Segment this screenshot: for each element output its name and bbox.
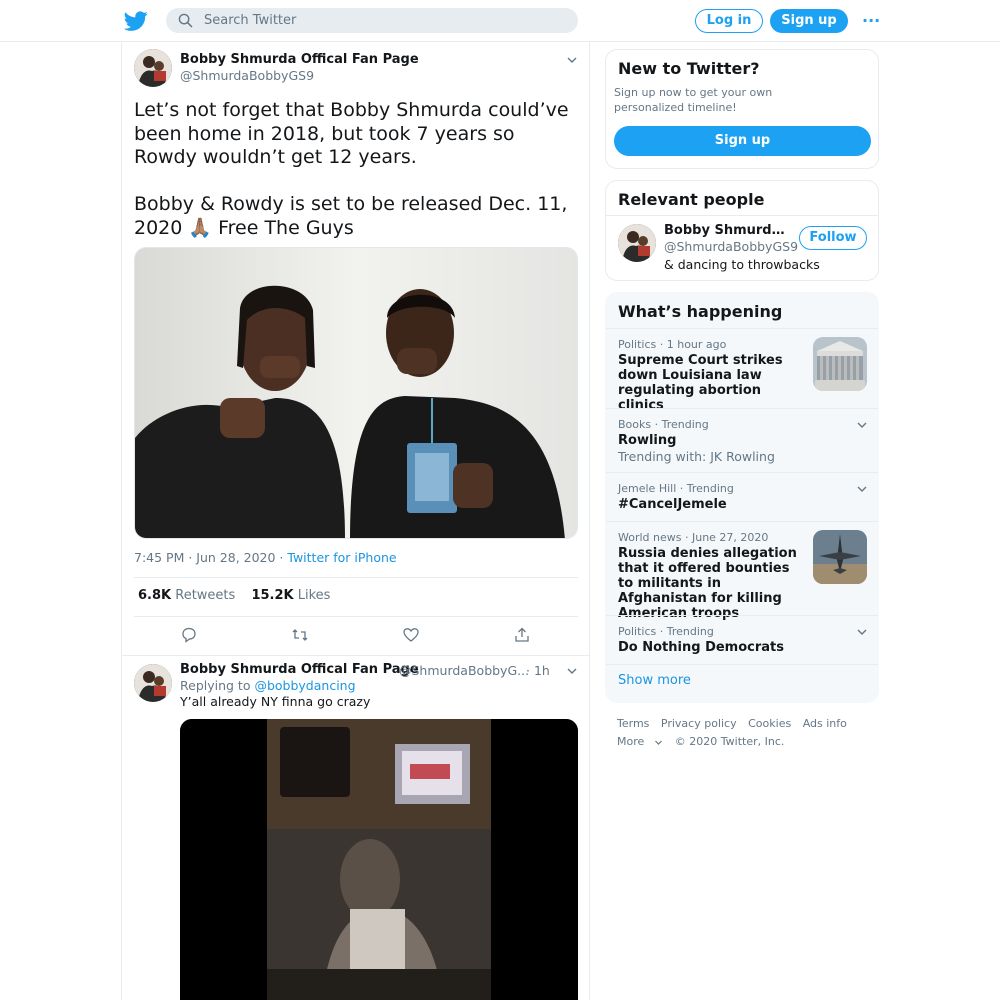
tweet-time[interactable]: 7:45 PM · Jun 28, 2020 · xyxy=(134,550,287,565)
footer-link-cookies[interactable]: Cookies xyxy=(748,717,791,730)
trend-title: Russia denies allegation that it offered… xyxy=(618,546,797,621)
new-to-twitter-card: New to Twitter? Sign up now to get your … xyxy=(605,49,879,169)
tweet-stats: 6.8K Retweets 15.2K Likes xyxy=(138,588,330,603)
new-to-twitter-description: Sign up now to get your own personalized… xyxy=(614,86,773,114)
login-button[interactable]: Log in xyxy=(695,9,763,33)
relevant-person-name[interactable]: Bobby Shmurda ... xyxy=(664,223,789,238)
top-bar: Log in Sign up ··· xyxy=(0,0,1000,42)
trend-item[interactable]: Books · Trending Rowling Trending with: … xyxy=(606,408,878,472)
footer-link-terms[interactable]: Terms xyxy=(617,717,649,730)
reply-video[interactable] xyxy=(180,719,578,1000)
avatar[interactable] xyxy=(618,224,656,262)
footer-bottom: More © 2020 Twitter, Inc. xyxy=(617,735,792,748)
likes-stat[interactable]: 15.2K Likes xyxy=(251,588,330,603)
relevant-person-handle[interactable]: @ShmurdaBobbyGS9 xyxy=(664,239,798,254)
likes-count: 15.2K xyxy=(251,588,294,603)
chevron-down-icon[interactable] xyxy=(566,665,578,677)
like-icon[interactable] xyxy=(402,626,420,644)
retweets-stat[interactable]: 6.8K Retweets xyxy=(138,588,235,603)
more-options-icon[interactable]: ··· xyxy=(862,12,880,30)
twitter-logo-icon[interactable] xyxy=(124,9,148,33)
retweets-count: 6.8K xyxy=(138,588,172,603)
divider xyxy=(134,616,578,617)
avatar[interactable] xyxy=(134,664,172,702)
trend-thumbnail xyxy=(813,337,867,391)
reply-text: Y’all already NY finna go crazy xyxy=(180,694,371,709)
search-box[interactable] xyxy=(166,8,578,33)
tweet-separator xyxy=(122,655,589,656)
signup-button[interactable]: Sign up xyxy=(770,9,848,33)
chevron-down-icon xyxy=(655,740,663,745)
chevron-down-icon[interactable] xyxy=(856,483,868,495)
divider xyxy=(134,577,578,578)
footer-link-privacy[interactable]: Privacy policy xyxy=(661,717,737,730)
tweet-source-link[interactable]: Twitter for iPhone xyxy=(287,550,396,565)
trend-title: Do Nothing Democrats xyxy=(618,640,784,655)
reply-author-handle[interactable]: @ShmurdaBobbyG... xyxy=(399,663,529,678)
new-to-twitter-title: New to Twitter? xyxy=(618,59,760,78)
tweet-author-handle[interactable]: @ShmurdaBobbyGS9 xyxy=(180,68,314,83)
retweet-icon[interactable] xyxy=(291,626,309,644)
tweet-author-name[interactable]: Bobby Shmurda Offical Fan Page xyxy=(180,52,419,67)
tweet-timestamp: 7:45 PM · Jun 28, 2020 · Twitter for iPh… xyxy=(134,550,397,565)
supreme-court-image xyxy=(813,337,867,391)
chevron-down-icon[interactable] xyxy=(856,419,868,431)
replying-to: Replying to @bobbydancing xyxy=(180,678,356,693)
trend-meta: Jemele Hill · Trending xyxy=(618,482,734,495)
reply-time[interactable]: · 1h xyxy=(526,663,550,678)
avatar-image xyxy=(134,49,172,87)
trend-title: Rowling xyxy=(618,433,677,448)
replying-to-link[interactable]: @bobbydancing xyxy=(254,678,355,693)
main-column: Bobby Shmurda Offical Fan Page @ShmurdaB… xyxy=(121,42,590,1000)
trend-item[interactable]: Politics · 1 hour ago Supreme Court stri… xyxy=(606,328,878,413)
trend-item[interactable]: World news · June 27, 2020 Russia denies… xyxy=(606,521,878,621)
signup-button[interactable]: Sign up xyxy=(614,126,871,156)
footer-copyright: © 2020 Twitter, Inc. xyxy=(674,735,785,748)
trend-meta: Politics · 1 hour ago xyxy=(618,338,727,351)
show-more-link[interactable]: Show more xyxy=(618,673,691,688)
trend-title: Supreme Court strikes down Louisiana law… xyxy=(618,353,783,413)
trend-meta: Politics · Trending xyxy=(618,625,714,638)
video-frame xyxy=(180,719,578,1000)
search-icon xyxy=(178,13,193,28)
avatar-image xyxy=(618,224,656,262)
likes-label: Likes xyxy=(297,588,331,603)
retweets-label: Retweets xyxy=(175,588,236,603)
footer-more-menu[interactable]: More xyxy=(617,735,663,748)
relevant-person-bio: & dancing to throwbacks xyxy=(664,257,820,272)
aircraft-image xyxy=(813,530,867,584)
tweet-photo[interactable] xyxy=(134,247,578,539)
trend-title: #CancelJemele xyxy=(618,497,727,512)
divider xyxy=(606,215,878,216)
replying-prefix: Replying to xyxy=(180,678,255,693)
trend-meta: Books · Trending xyxy=(618,418,709,431)
share-icon[interactable] xyxy=(513,626,531,644)
follow-button[interactable]: Follow xyxy=(799,226,867,250)
footer-links: Terms Privacy policy Cookies Ads info xyxy=(617,717,855,730)
photo-image xyxy=(135,248,577,538)
whats-happening-card: What’s happening Politics · 1 hour ago S… xyxy=(605,292,879,703)
avatar-image xyxy=(134,664,172,702)
whats-happening-title: What’s happening xyxy=(618,302,783,321)
avatar[interactable] xyxy=(134,49,172,87)
tweet-text: Let’s not forget that Bobby Shmurda coul… xyxy=(134,99,569,239)
trend-item[interactable]: Jemele Hill · Trending #CancelJemele xyxy=(606,472,878,521)
trend-thumbnail xyxy=(813,530,867,584)
divider xyxy=(606,664,878,665)
trend-meta: World news · June 27, 2020 xyxy=(618,531,769,544)
reply-icon[interactable] xyxy=(180,626,198,644)
reply-author-name[interactable]: Bobby Shmurda Offical Fan Page xyxy=(180,662,419,677)
relevant-people-card: Relevant people Bobby Shmurda ... @Shmur… xyxy=(605,180,879,281)
relevant-people-title: Relevant people xyxy=(618,190,765,209)
footer-more-label: More xyxy=(617,735,645,748)
trend-subtitle: Trending with: JK Rowling xyxy=(618,449,775,464)
chevron-down-icon[interactable] xyxy=(856,626,868,638)
trend-item[interactable]: Politics · Trending Do Nothing Democrats xyxy=(606,615,878,664)
search-input[interactable] xyxy=(204,8,564,33)
footer-link-ads-info[interactable]: Ads info xyxy=(803,717,847,730)
chevron-down-icon[interactable] xyxy=(566,54,578,66)
